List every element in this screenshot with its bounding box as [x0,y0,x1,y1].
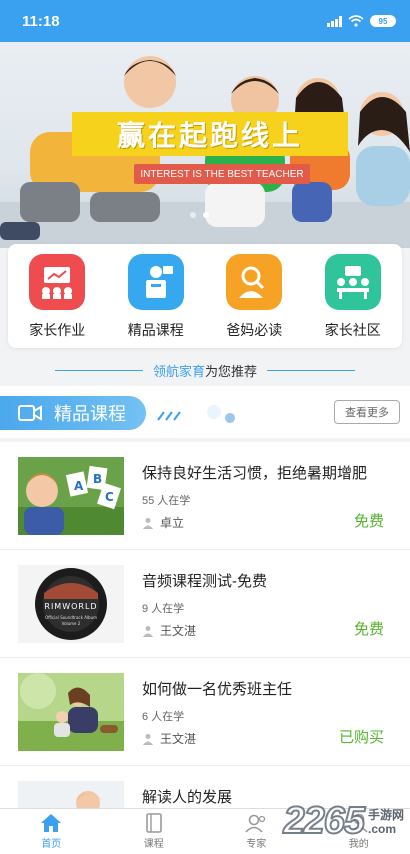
person-icon [143,625,153,637]
course-teacher: 王文湛 [142,622,196,639]
menu-item-homework[interactable]: 家长作业 [12,254,102,340]
watermark-number: 2265 [282,799,366,843]
menu-item-label: 家长社区 [324,322,381,338]
course-price: 免费 [353,621,384,638]
section-tab: 精品课程 [0,396,146,430]
expert-icon [245,814,266,833]
course-title: 解读人的发展 [142,789,233,806]
nav-label: 首页 [41,839,62,850]
course-title: 保持良好生活习惯，拒绝暑期增肥 [142,465,368,482]
status-icons: 95 [327,15,396,27]
recommend-suffix: 为您推荐 [205,363,258,379]
section-title: 精品课程 [54,404,126,424]
course-title: 如何做一名优秀班主任 [142,681,293,698]
divider-line [54,369,143,371]
course-teacher: 卓立 [142,514,184,531]
home-icon [41,814,62,832]
thumb-album-subtitle: Official Soundtrack Album [45,615,97,620]
course-list: A B C 保持良好生活习惯，拒绝暑期增肥 55 人在学 卓立 免费 RIMWO… [0,442,410,854]
nav-courses[interactable]: 课程 [124,813,184,850]
svg-text:C: C [105,490,114,504]
thumb-album-volume: Volume 2 [62,621,81,626]
person-icon [143,733,153,745]
section-header: 精品课程 查看更多 [0,386,410,438]
svg-text:A: A [74,479,84,493]
divider-line [267,369,356,371]
course-thumbnail: A B C [18,457,124,535]
teacher-name: 卓立 [160,516,185,530]
course-learner-count: 55 人在学 [142,495,191,507]
lecture-icon [127,254,184,310]
menu-item-label: 家长作业 [29,322,86,338]
course-item[interactable]: RIMWORLD Official Soundtrack Album Volum… [0,550,410,658]
signal-icon [327,15,342,27]
nav-home[interactable]: 首页 [21,813,81,850]
community-icon [324,254,381,310]
course-item[interactable]: A B C 保持良好生活习惯，拒绝暑期增肥 55 人在学 卓立 免费 [0,442,410,550]
nav-label: 专家 [246,839,267,850]
teacher-name: 王文湛 [160,732,197,746]
course-learner-count: 6 人在学 [142,711,185,723]
carousel-dot-active[interactable] [203,212,209,218]
recommend-brand: 领航家育 [152,363,205,379]
course-item[interactable]: 如何做一名优秀班主任 6 人在学 王文湛 已购买 [0,658,410,766]
watermark-line1: 手游网 [367,807,404,822]
course-teacher: 王文湛 [142,730,196,747]
menu-item-reading[interactable]: 爸妈必读 [209,254,299,340]
section-decoration [157,405,235,423]
menu-item-label: 爸妈必读 [226,322,283,338]
site-watermark: 2265 手游网 .com [282,799,404,843]
nav-experts[interactable]: 专家 [226,813,286,850]
quick-menu: 家长作业 精品课程 爸妈必读 家长社区 [8,244,402,348]
banner-subtitle: INTEREST IS THE BEST TEACHER [134,164,310,184]
status-bar: 11:18 95 [0,0,410,42]
course-thumbnail: RIMWORLD Official Soundtrack Album Volum… [18,565,124,643]
course-price: 免费 [353,513,384,530]
wifi-icon [348,15,364,27]
watermark-text: 手游网 .com [368,808,404,836]
course-title: 音频课程测试-免费 [142,573,267,590]
battery-icon: 95 [370,15,396,27]
carousel-dot[interactable] [190,212,196,218]
banner-title: 赢在起跑线上 [72,112,348,156]
menu-item-label: 精品课程 [127,322,184,338]
video-icon [18,405,42,421]
view-more-button[interactable]: 查看更多 [334,400,400,424]
nav-label: 课程 [143,839,164,850]
reading-icon [226,254,283,310]
course-learner-count: 9 人在学 [142,603,185,615]
carousel-dots[interactable] [190,212,209,218]
course-price: 已购买 [338,729,384,746]
thumb-album-title: RIMWORLD [44,602,97,611]
watermark-line2: .com [367,821,396,836]
recommend-text: 领航家育为您推荐 [153,361,257,380]
homework-icon [29,254,86,310]
person-icon [143,517,153,529]
menu-item-community[interactable]: 家长社区 [308,254,398,340]
book-icon [145,813,162,833]
teacher-name: 王文湛 [160,624,197,638]
recommend-divider: 领航家育为您推荐 [0,360,410,380]
status-time: 11:18 [22,12,60,30]
course-thumbnail [18,673,124,751]
svg-text:B: B [93,472,102,486]
menu-item-courses[interactable]: 精品课程 [111,254,201,340]
